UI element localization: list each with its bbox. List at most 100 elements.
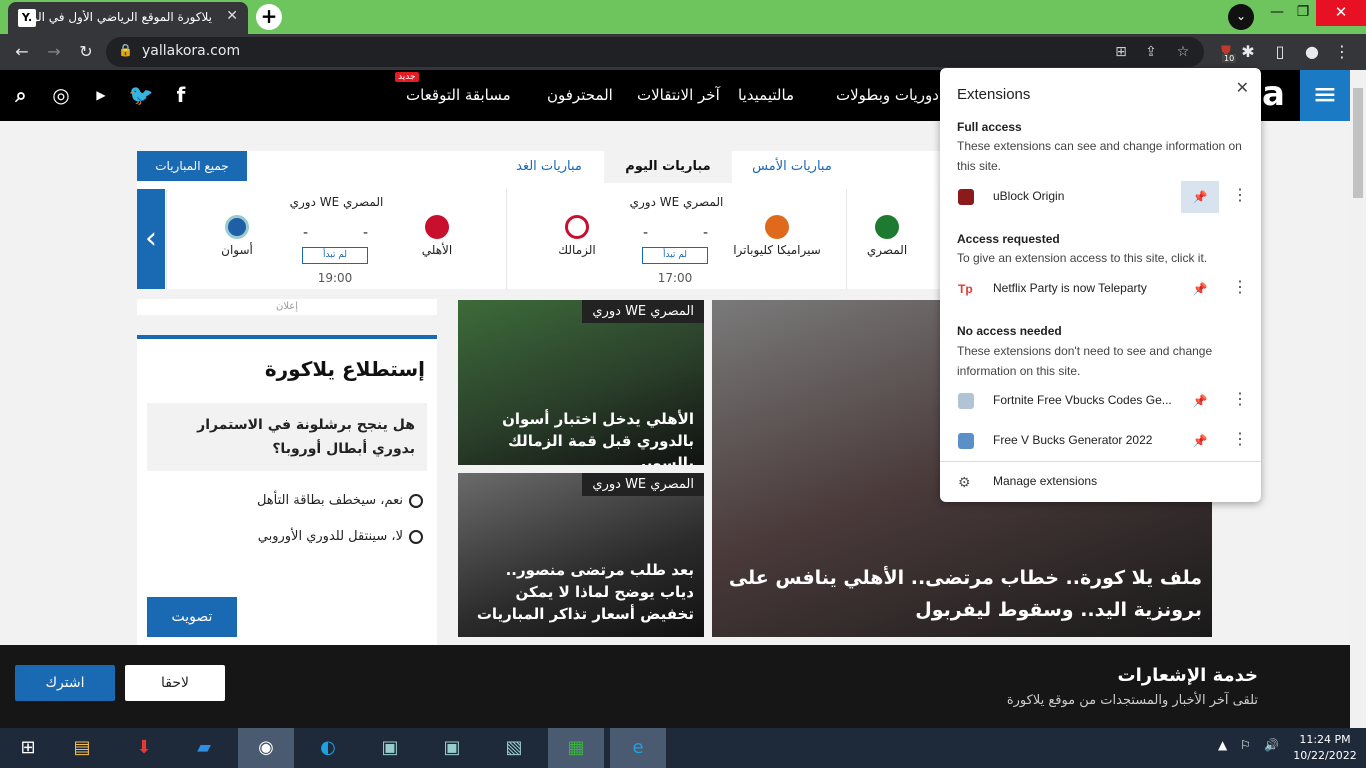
- more-options-icon[interactable]: ⋮: [1230, 273, 1250, 305]
- teleparty-icon: Tp: [958, 282, 973, 296]
- menu-kebab-icon[interactable]: ⋮: [1330, 40, 1354, 64]
- url-text[interactable]: yallakora.com: [142, 43, 240, 59]
- downloader-icon[interactable]: ⬇: [116, 728, 172, 768]
- subscribe-button[interactable]: اشترك: [15, 665, 115, 701]
- file-explorer-icon[interactable]: ▤: [54, 728, 110, 768]
- ie-icon[interactable]: e: [610, 728, 666, 768]
- tab-tomorrow[interactable]: مباريات الغد: [494, 151, 604, 183]
- extension-row[interactable]: Free V Bucks Generator 2022 📌 ⋮: [940, 423, 1261, 459]
- nav-professionals[interactable]: المحترفون: [547, 86, 613, 104]
- app-icon[interactable]: ▰: [176, 728, 232, 768]
- prev-matches-button[interactable]: ‹: [137, 189, 165, 289]
- browser-tab[interactable]: Y. يلاكورة الموقع الرياضي الأول في الو ✕: [8, 2, 248, 34]
- chrome-icon[interactable]: ◉: [238, 728, 294, 768]
- close-icon[interactable]: ✕: [1236, 78, 1249, 98]
- radio-icon[interactable]: [409, 493, 423, 508]
- instagram-icon[interactable]: ◎: [46, 80, 76, 110]
- more-options-icon[interactable]: ⋮: [1230, 425, 1250, 457]
- extension-row[interactable]: Tp Netflix Party is now Teleparty 📌 ⋮: [940, 271, 1261, 307]
- extension-name[interactable]: Free V Bucks Generator 2022: [993, 433, 1173, 447]
- volume-icon[interactable]: 🔊: [1264, 738, 1279, 752]
- news-title[interactable]: الأهلي يدخل اختبار أسوان بالدوري قبل قمة…: [468, 408, 694, 465]
- close-tab-icon[interactable]: ✕: [226, 8, 238, 24]
- tab-today[interactable]: مباريات اليوم: [604, 151, 732, 183]
- extension-name[interactable]: uBlock Origin: [993, 189, 1173, 203]
- nav-leagues[interactable]: دوريات وبطولات: [836, 86, 939, 104]
- new-tab-button[interactable]: +: [256, 4, 282, 30]
- search-icon[interactable]: ⌕: [6, 80, 36, 110]
- news-tag[interactable]: دوري WE المصري: [582, 473, 704, 496]
- full-access-desc: These extensions can see and change info…: [957, 139, 1242, 173]
- extensions-puzzle-icon[interactable]: ✱: [1236, 40, 1260, 64]
- bookmark-star-icon[interactable]: ☆: [1172, 41, 1194, 63]
- manage-extensions-label[interactable]: Manage extensions: [993, 474, 1173, 488]
- more-options-icon[interactable]: ⋮: [1230, 181, 1250, 213]
- scrollbar-thumb[interactable]: [1353, 88, 1363, 198]
- pin-icon[interactable]: 📌: [1181, 425, 1219, 457]
- forward-icon[interactable]: →: [42, 40, 66, 64]
- share-icon[interactable]: ⇪: [1140, 41, 1162, 63]
- news-card[interactable]: دوري WE المصري الأهلي يدخل اختبار أسوان …: [458, 300, 704, 465]
- manage-extensions-row[interactable]: ⚙ Manage extensions: [940, 464, 1261, 500]
- reload-icon[interactable]: ↻: [74, 40, 98, 64]
- translate-icon[interactable]: ⊞: [1110, 41, 1132, 63]
- restore-button[interactable]: ❐: [1288, 2, 1318, 24]
- tray-arrow-icon[interactable]: ▲: [1218, 738, 1227, 752]
- extension-row[interactable]: uBlock Origin 📌 ⋮: [940, 179, 1261, 215]
- match-card[interactable]: دوري WE المصري أسوان - - الأهلي لم تبدأ …: [166, 189, 506, 289]
- clock[interactable]: 11:24 PM 10/22/2022: [1290, 732, 1360, 764]
- app-icon[interactable]: ▣: [424, 728, 480, 768]
- nav-transfers[interactable]: آخر الانتقالات: [637, 86, 720, 104]
- more-options-icon[interactable]: ⋮: [1230, 385, 1250, 417]
- nav-multimedia[interactable]: مالتيميديا: [738, 86, 794, 104]
- site-logo[interactable]: a: [1262, 74, 1285, 114]
- hamburger-menu-icon[interactable]: ≡: [1300, 70, 1350, 121]
- all-matches-button[interactable]: جميع المباريات: [137, 151, 247, 181]
- twitter-icon[interactable]: 🐦: [126, 80, 156, 110]
- page-scrollbar[interactable]: [1350, 70, 1366, 728]
- match-card[interactable]: دوري WE المصري الزمالك - - سيراميكا كليو…: [506, 189, 846, 289]
- side-panel-icon[interactable]: ▯: [1268, 40, 1292, 64]
- facebook-icon[interactable]: f: [166, 80, 196, 110]
- home-crest-icon: [875, 215, 899, 239]
- divider: [940, 461, 1261, 462]
- windows-start-icon[interactable]: ⊞: [0, 728, 56, 768]
- away-score: -: [303, 225, 309, 241]
- edge-icon[interactable]: ◐: [300, 728, 356, 768]
- network-icon[interactable]: ⚐: [1240, 738, 1251, 752]
- extension-name[interactable]: Netflix Party is now Teleparty: [993, 281, 1173, 295]
- tab-yesterday[interactable]: مباريات الأمس: [732, 151, 852, 183]
- profile-icon[interactable]: ●: [1300, 40, 1324, 64]
- address-bar[interactable]: 🔒 yallakora.com ⊞ ⇪ ☆: [106, 37, 1204, 67]
- match-time: 19:00: [317, 271, 353, 285]
- back-icon[interactable]: ←: [10, 40, 34, 64]
- clock-date: 10/22/2022: [1293, 749, 1357, 762]
- youtube-icon[interactable]: ▶: [86, 80, 116, 110]
- news-tag[interactable]: دوري WE المصري: [582, 300, 704, 323]
- poll-option-yes[interactable]: نعم، سيخطف بطاقة التأهل: [257, 493, 423, 508]
- lock-icon[interactable]: 🔒: [118, 43, 133, 57]
- news-card[interactable]: دوري WE المصري بعد طلب مرتضى منصور.. ديا…: [458, 473, 704, 637]
- pin-icon[interactable]: 📌: [1181, 181, 1219, 213]
- app-icon[interactable]: ▣: [362, 728, 418, 768]
- radio-icon[interactable]: [409, 529, 423, 544]
- home-team-name: المصري: [866, 243, 908, 257]
- vote-button[interactable]: تصويت: [147, 597, 237, 637]
- store-icon[interactable]: ▦: [548, 728, 604, 768]
- match-card[interactable]: المصري: [846, 189, 940, 289]
- match-time: 17:00: [657, 271, 693, 285]
- pin-icon[interactable]: 📌: [1181, 385, 1219, 417]
- close-window-button[interactable]: ✕: [1316, 0, 1366, 26]
- tab-strip: Y. يلاكورة الموقع الرياضي الأول في الو ✕…: [0, 0, 1366, 34]
- extension-name[interactable]: Fortnite Free Vbucks Codes Ge...: [993, 393, 1173, 407]
- tab-search-button[interactable]: ⌄: [1228, 4, 1254, 30]
- nav-predictions[interactable]: مسابقة التوقعات: [406, 86, 511, 104]
- news-title[interactable]: ملف يلا كورة.. خطاب مرتضى.. الأهلي ينافس…: [722, 562, 1202, 626]
- pin-icon[interactable]: 📌: [1181, 273, 1219, 305]
- later-button[interactable]: لاحقا: [125, 665, 225, 701]
- poll-option-no[interactable]: لا، سينتقل للدوري الأوروبي: [258, 529, 423, 544]
- fortnite-icon: [958, 393, 974, 409]
- extension-row[interactable]: Fortnite Free Vbucks Codes Ge... 📌 ⋮: [940, 383, 1261, 419]
- news-title[interactable]: بعد طلب مرتضى منصور.. دياب يوضح لماذا لا…: [468, 559, 694, 625]
- app-icon[interactable]: ▧: [486, 728, 542, 768]
